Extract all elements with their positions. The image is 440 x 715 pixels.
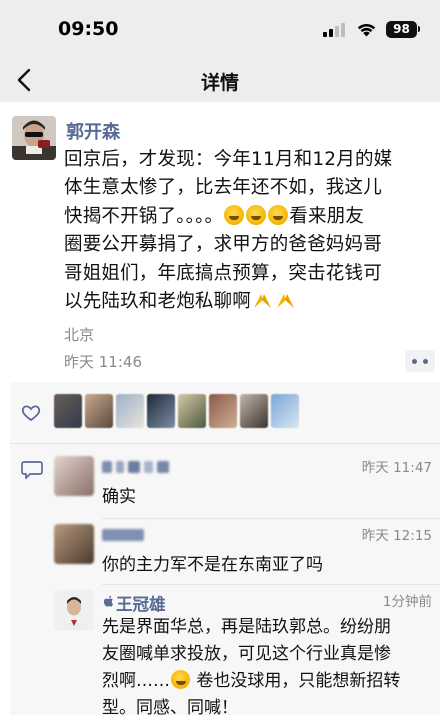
comment-line: 型。同感、同喊！ [102,698,238,715]
comment-line-part: 烈啊…… [102,671,170,691]
post-line: 体生意太惨了，比去年还不如，我这儿 [64,177,382,199]
liker-avatar[interactable] [209,394,237,428]
post-text: 回京后，才发现：今年11月和12月的媒 体生意太惨了，比去年还不如，我这儿 快揭… [64,146,432,316]
status-time: 09:50 [58,18,119,40]
comment-line: 友圈喊单求投放，可见这个行业真是惨 [102,644,391,664]
nav-bar: 详情 [0,58,440,102]
crying-emoji-icon [171,670,190,689]
interaction-panel: 昨天 11:47 确实 昨天 12:15 你的主力军不是在东南亚了吗 王冠雄 1… [10,382,440,715]
comment-item[interactable]: 昨天 11:47 确实 [54,456,440,512]
commenter-avatar[interactable] [54,590,94,630]
crying-emoji-icon [224,204,245,225]
comment-time: 昨天 12:15 [361,528,432,544]
comment-time: 昨天 11:47 [361,460,432,476]
comment-bubble-icon [21,461,43,479]
comment-time: 1分钟前 [382,594,432,610]
author-name[interactable]: 郭开森 [66,118,120,144]
liker-avatar[interactable] [178,394,206,428]
post-line-part: 以先陆玖和老炮私聊啊 [64,291,252,313]
liker-avatar[interactable] [147,394,175,428]
liker-avatar[interactable] [271,394,299,428]
wifi-icon [357,23,376,37]
comment-text: 确实 [102,487,136,507]
crying-emoji-icon [268,204,289,225]
post-line: 以先陆玖和老炮私聊啊 [64,288,432,316]
more-dots-icon[interactable] [405,350,435,372]
comment-line: 先是界面华总，再是陆玖郭总。纷纷朋 [102,617,391,637]
commenter-name-redacted[interactable] [102,458,173,473]
status-bar: 09:50 98 [0,0,440,58]
author-avatar[interactable] [12,116,56,160]
battery-indicator: 98 [386,21,417,38]
post-line: 哥姐姐们，年底搞点预算，突击花钱可 [64,262,382,284]
comment-line: 烈啊…… 卷也没球用，只能想新招转 [102,668,432,695]
liker-avatar[interactable] [85,394,113,428]
page-title: 详情 [200,72,239,94]
apple-icon [103,595,113,607]
commenter-avatar[interactable] [54,524,94,564]
post-time: 昨天 11:46 [64,353,142,371]
commenter-name-redacted[interactable] [102,526,148,541]
comment-line-part: 卷也没球用，只能想新招转 [196,671,401,691]
post-line: 回京后，才发现：今年11月和12月的媒 [64,149,393,170]
post-line: 圈要公开募捐了，求甲方的爸爸妈妈哥 [64,234,382,256]
likes-row [10,382,440,444]
comment-text: 你的主力军不是在东南亚了吗 [102,555,323,575]
comment-divider [102,518,440,519]
comment-item[interactable]: 昨天 12:15 你的主力军不是在东南亚了吗 [54,524,440,580]
comment-item[interactable]: 王冠雄 1分钟前 先是界面华总，再是陆玖郭总。纷纷朋 友圈喊单求投放，可见这个行… [54,590,440,715]
comment-divider [102,584,440,585]
commenter-name[interactable]: 王冠雄 [116,591,166,615]
praying-hands-icon [277,294,295,309]
praying-hands-icon [254,294,272,309]
crying-emoji-icon [246,204,267,225]
cellular-signal-icon [323,23,345,37]
post-line-part: 看来朋友 [289,205,365,227]
moments-post: 郭开森 回京后，才发现：今年11月和12月的媒 体生意太惨了，比去年还不如，我这… [0,102,440,715]
post-line-part: 快揭不开锅了。。。。 [64,205,224,227]
heart-outline-icon [21,405,41,422]
comment-text: 先是界面华总，再是陆玖郭总。纷纷朋 友圈喊单求投放，可见这个行业真是惨 烈啊……… [102,614,432,715]
post-line: 快揭不开锅了。。。。 看来朋友 [64,203,432,231]
commenter-avatar[interactable] [54,456,94,496]
battery-tip [418,26,420,32]
liker-avatar[interactable] [54,394,82,428]
post-location[interactable]: 北京 [64,324,94,345]
liker-avatar[interactable] [116,394,144,428]
liker-avatar[interactable] [240,394,268,428]
